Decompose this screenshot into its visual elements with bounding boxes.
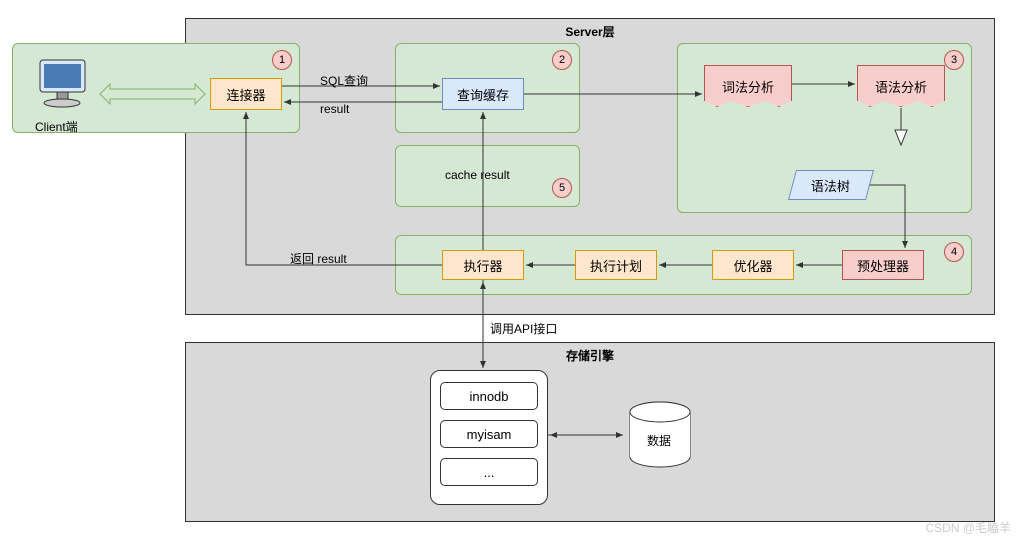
client-connector-arrow — [95, 78, 210, 110]
return-result-label: 返回 result — [290, 250, 347, 267]
badge-1: 1 — [272, 50, 292, 70]
client-label: Client端 — [35, 118, 78, 135]
myisam-box: myisam — [440, 420, 538, 448]
badge-5: 5 — [552, 178, 572, 198]
data-label: 数据 — [647, 432, 671, 449]
query-cache-box: 查询缓存 — [442, 78, 524, 110]
badge-4: 4 — [944, 242, 964, 262]
badge-2: 2 — [552, 50, 572, 70]
monitor-icon — [35, 55, 90, 110]
syntax-tree-box: 语法树 — [788, 170, 874, 200]
result-label: result — [320, 102, 349, 116]
server-layer-title: Server层 — [565, 23, 614, 40]
storage-layer-container: 存储引擎 — [185, 342, 995, 522]
executor-box: 执行器 — [442, 250, 524, 280]
badge-3: 3 — [944, 50, 964, 70]
preprocessor-box: 预处理器 — [842, 250, 924, 280]
cache-result-label: cache result — [445, 168, 510, 182]
ellipsis-box: ... — [440, 458, 538, 486]
exec-plan-box: 执行计划 — [575, 250, 657, 280]
storage-layer-title: 存储引擎 — [566, 347, 614, 364]
sql-query-label: SQL查询 — [320, 72, 368, 89]
api-call-label: 调用API接口 — [490, 320, 557, 337]
optimizer-box: 优化器 — [712, 250, 794, 280]
connector-box: 连接器 — [210, 78, 282, 110]
innodb-box: innodb — [440, 382, 538, 410]
lexical-box: 词法分析 — [704, 65, 792, 107]
syntax-box: 语法分析 — [857, 65, 945, 107]
watermark: CSDN @毛瞌羊 — [925, 519, 1011, 536]
